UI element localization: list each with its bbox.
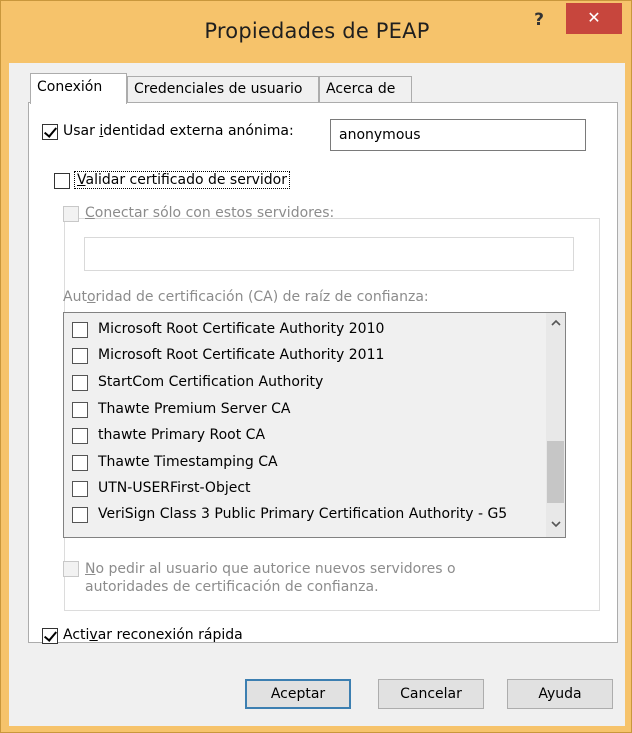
servers-input[interactable] xyxy=(84,237,574,271)
scrollbar-thumb[interactable] xyxy=(547,441,564,503)
validate-cert-label[interactable]: Validar certificado de servidor xyxy=(74,171,290,189)
ca-checkbox[interactable] xyxy=(72,322,88,338)
tab-acerca-de[interactable]: Acerca de xyxy=(319,76,412,103)
close-button[interactable]: ✕ xyxy=(566,3,622,34)
no-prompt-label[interactable]: No pedir al usuario que autorice nuevos … xyxy=(85,560,456,596)
title-bar[interactable]: Propiedades de PEAP ? ✕ xyxy=(1,1,632,63)
list-item[interactable]: VeriSign Class 3 Public Primary Certific… xyxy=(64,503,544,529)
list-item[interactable]: StartCom Certification Authority xyxy=(64,371,544,397)
ca-name: Microsoft Root Certificate Authority 201… xyxy=(98,347,385,363)
tab-conexion[interactable]: Conexión xyxy=(30,73,127,104)
anon-identity-input[interactable]: anonymous xyxy=(330,119,586,151)
anon-identity-label[interactable]: Usar identidad externa anónima: xyxy=(63,123,294,139)
chevron-down-icon[interactable] xyxy=(546,517,565,535)
fast-reconnect-label[interactable]: Activar reconexión rápida xyxy=(63,627,243,643)
trusted-ca-label: Autoridad de certificación (CA) de raíz … xyxy=(63,289,429,305)
ca-checkbox[interactable] xyxy=(72,402,88,418)
tab-credenciales[interactable]: Credenciales de usuario xyxy=(127,76,319,103)
validate-cert-checkbox[interactable] xyxy=(54,173,70,189)
ca-name: Thawte Premium Server CA xyxy=(98,401,291,417)
list-item[interactable]: Microsoft Root Certificate Authority 201… xyxy=(64,318,544,344)
ca-name: thawte Primary Root CA xyxy=(98,427,266,443)
help-question-icon[interactable]: ? xyxy=(521,3,557,39)
cancel-button[interactable]: Cancelar xyxy=(378,679,484,709)
tab-page-conexion: Usar identidad externa anónima: anonymou… xyxy=(28,102,618,644)
help-button[interactable]: Ayuda xyxy=(507,679,613,709)
list-item[interactable]: UTN-USERFirst-Object xyxy=(64,477,544,503)
fast-reconnect-checkbox[interactable] xyxy=(42,628,58,644)
ca-checkbox[interactable] xyxy=(72,481,88,497)
ca-name: Thawte Timestamping CA xyxy=(98,454,278,470)
ca-checkbox[interactable] xyxy=(72,375,88,391)
ca-checkbox[interactable] xyxy=(72,455,88,471)
ca-name: Microsoft Root Certificate Authority 201… xyxy=(98,321,385,337)
chevron-up-icon[interactable] xyxy=(546,315,565,333)
connect-servers-checkbox[interactable] xyxy=(63,206,79,222)
ok-button[interactable]: Aceptar xyxy=(245,679,351,709)
dialog-body: Conexión Credenciales de usuario Acerca … xyxy=(9,63,625,726)
ca-name: UTN-USERFirst-Object xyxy=(98,480,251,496)
list-item[interactable]: Thawte Timestamping CA xyxy=(64,451,544,477)
list-item[interactable]: Microsoft Root Certificate Authority 201… xyxy=(64,344,544,370)
ca-name: StartCom Certification Authority xyxy=(98,374,324,390)
list-scrollbar[interactable] xyxy=(546,313,565,537)
peap-properties-window: Propiedades de PEAP ? ✕ Conexión Credenc… xyxy=(0,0,632,733)
ca-checkbox[interactable] xyxy=(72,428,88,444)
list-item[interactable]: Thawte Premium Server CA xyxy=(64,398,544,424)
ca-checkbox[interactable] xyxy=(72,348,88,364)
ca-name: VeriSign Class 3 Public Primary Certific… xyxy=(98,506,508,522)
list-item[interactable]: thawte Primary Root CA xyxy=(64,424,544,450)
connect-servers-label[interactable]: Conectar sólo con estos servidores: xyxy=(85,205,334,221)
anon-identity-checkbox[interactable] xyxy=(42,124,58,140)
ca-checkbox[interactable] xyxy=(72,507,88,523)
no-prompt-checkbox[interactable] xyxy=(63,561,79,577)
trusted-ca-list[interactable]: Microsoft Root Certificate Authority 201… xyxy=(63,312,566,538)
